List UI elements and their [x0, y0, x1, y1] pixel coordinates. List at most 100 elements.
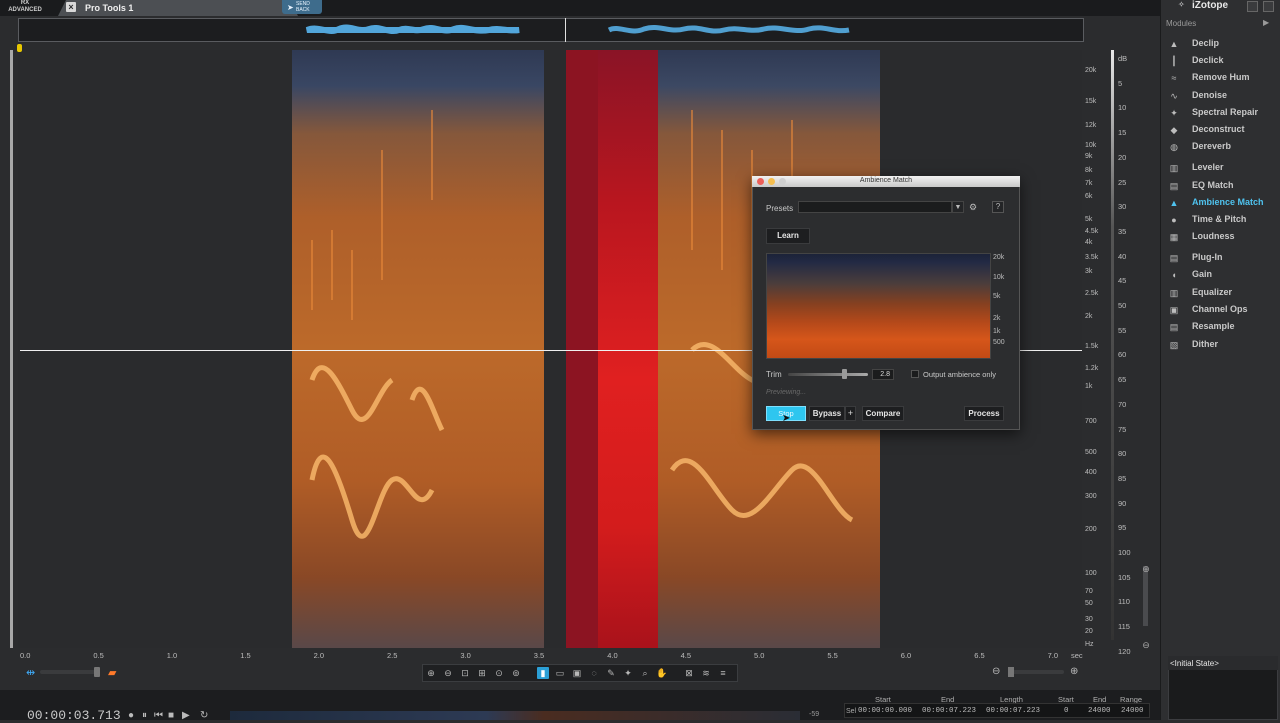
db-tick-label: 120: [1118, 646, 1131, 656]
time-tick-label: 6.5: [974, 651, 985, 660]
overview-waveform[interactable]: [18, 18, 1084, 42]
playback-progress[interactable]: [230, 711, 800, 720]
zoom-out-icon[interactable]: ⊖: [992, 666, 1000, 677]
record-icon[interactable]: ●: [128, 710, 134, 721]
time-selection-tool-icon[interactable]: ▮: [537, 667, 549, 679]
close-icon[interactable]: ×: [66, 2, 76, 12]
db-tick-label: 75: [1118, 424, 1127, 434]
module-label: Ambience Match: [1192, 197, 1264, 207]
search-icon[interactable]: ⌕: [639, 667, 651, 679]
time-display: 00:00:03.713: [27, 708, 121, 723]
history-item[interactable]: <Initial State>: [1170, 659, 1219, 668]
magic-wand-icon[interactable]: ✦: [622, 667, 634, 679]
box-selection-tool-icon[interactable]: ▣: [571, 667, 583, 679]
trim-slider[interactable]: [788, 373, 868, 376]
db-tick-label: 100: [1118, 548, 1131, 557]
module-label: Declip: [1192, 38, 1220, 48]
brand-logo: iZotope: [1182, 0, 1228, 11]
bypass-button[interactable]: Bypass: [809, 406, 845, 421]
play-icon[interactable]: ▶: [182, 710, 190, 721]
learn-button[interactable]: Learn: [766, 228, 810, 244]
send-icon: ➤: [287, 3, 294, 12]
zoom-in-icon[interactable]: ⊕: [1141, 564, 1151, 574]
db-tick-label: 80: [1118, 449, 1127, 459]
db-tick-label: 70: [1118, 399, 1127, 409]
pause-icon[interactable]: ⏸: [142, 710, 147, 721]
lasso-tool-icon[interactable]: ◌: [588, 667, 600, 679]
freq-tick-label: 50: [1085, 600, 1093, 607]
sel-length-value[interactable]: 00:00:07.223: [986, 707, 1040, 715]
waveform-view-icon[interactable]: ⇹: [26, 666, 35, 679]
stop-icon[interactable]: ■: [168, 710, 174, 721]
freq-end-value[interactable]: 24000: [1088, 707, 1111, 715]
spectrogram-view-icon[interactable]: ▰: [108, 666, 116, 679]
grid-icon[interactable]: ⊠: [683, 667, 695, 679]
db-tick-label: 95: [1118, 523, 1127, 533]
zoom-slider[interactable]: [1008, 670, 1064, 674]
zoom-slider-knob[interactable]: [1008, 667, 1014, 677]
zoom-time-icon[interactable]: ⊙: [493, 667, 505, 679]
plugin-icon: ▤: [1169, 253, 1179, 263]
module-label: Dither: [1192, 339, 1219, 349]
leveler-icon: ▥: [1169, 163, 1179, 173]
module-label: Denoise: [1192, 90, 1228, 100]
zoom-fit-icon[interactable]: ⊞: [476, 667, 488, 679]
process-button[interactable]: Process: [964, 406, 1004, 421]
db-tick-label: 85: [1118, 473, 1127, 483]
module-label: Equalizer: [1192, 287, 1233, 297]
slider-knob[interactable]: [94, 667, 100, 677]
vertical-scrollbar[interactable]: [10, 50, 13, 648]
rewind-icon[interactable]: ⏮: [154, 710, 163, 721]
window-resize-icon[interactable]: [1247, 1, 1258, 12]
time-ruler[interactable]: [18, 650, 1082, 662]
time-tick-label: 2.5: [387, 651, 398, 660]
presets-dropdown[interactable]: [798, 201, 952, 213]
waveform-opacity-slider[interactable]: [40, 670, 100, 674]
zoom-in-tool-icon[interactable]: ⊕: [425, 667, 437, 679]
settings-icon[interactable]: ≋: [700, 667, 712, 679]
db-tick-label: dB: [1118, 54, 1128, 63]
chevron-down-icon[interactable]: ▼: [952, 201, 964, 213]
overview-wave-svg: [305, 24, 850, 34]
list-icon[interactable]: ≡: [717, 667, 729, 679]
sel-end-value[interactable]: 00:00:07.223: [922, 707, 976, 715]
trim-slider-knob[interactable]: [842, 369, 848, 379]
help-button[interactable]: ?: [992, 201, 1004, 213]
declip-icon: ▲: [1169, 39, 1179, 49]
zoom-out-tool-icon[interactable]: ⊖: [442, 667, 454, 679]
rx-logo: RX ADVANCED: [4, 0, 46, 14]
window-expand-icon[interactable]: [1263, 1, 1274, 12]
module-gain[interactable]: [1164, 268, 1276, 284]
zoom-freq-icon[interactable]: ⊚: [510, 667, 522, 679]
playhead-marker[interactable]: [17, 44, 22, 52]
freq-selection-tool-icon[interactable]: ▭: [554, 667, 566, 679]
gear-icon[interactable]: ⚙: [967, 201, 979, 213]
db-tick-label: 50: [1118, 301, 1127, 310]
output-ambience-checkbox[interactable]: [911, 370, 919, 378]
trim-value-field[interactable]: 2.8: [872, 369, 894, 380]
freq-tick-label: 9k: [1085, 153, 1093, 160]
db-scrollbar[interactable]: [1143, 566, 1148, 626]
chevron-right-icon[interactable]: ▶: [1263, 18, 1269, 27]
zoom-selection-icon[interactable]: ⊡: [459, 667, 471, 679]
plus-button[interactable]: +: [845, 406, 856, 421]
time-tick-label: sec: [1071, 651, 1083, 660]
ambience-freq-label: 10k: [993, 274, 1005, 281]
module-declip[interactable]: [1164, 37, 1276, 53]
hand-tool-icon[interactable]: ✋: [656, 667, 668, 679]
module-dither[interactable]: [1164, 338, 1276, 354]
loop-icon[interactable]: ↻: [200, 710, 208, 721]
brush-tool-icon[interactable]: ✎: [605, 667, 617, 679]
sel-start-value[interactable]: 00:00:00.000: [858, 707, 912, 715]
compare-button[interactable]: Compare: [862, 406, 904, 421]
ambience-freq-label: 5k: [993, 293, 1001, 300]
time-tick-label: 5.5: [827, 651, 838, 660]
freq-tick-label: 1.5k: [1085, 343, 1099, 350]
zoom-in-icon[interactable]: ⊕: [1070, 666, 1078, 677]
zoom-out-icon[interactable]: ⊖: [1141, 640, 1151, 650]
freq-start-value[interactable]: 0: [1064, 707, 1069, 715]
freq-tick-label: 700: [1085, 418, 1097, 425]
freq-tick-label: 100: [1085, 570, 1097, 577]
freq-range-value[interactable]: 24000: [1121, 707, 1144, 715]
meter-value: -59: [809, 711, 820, 718]
